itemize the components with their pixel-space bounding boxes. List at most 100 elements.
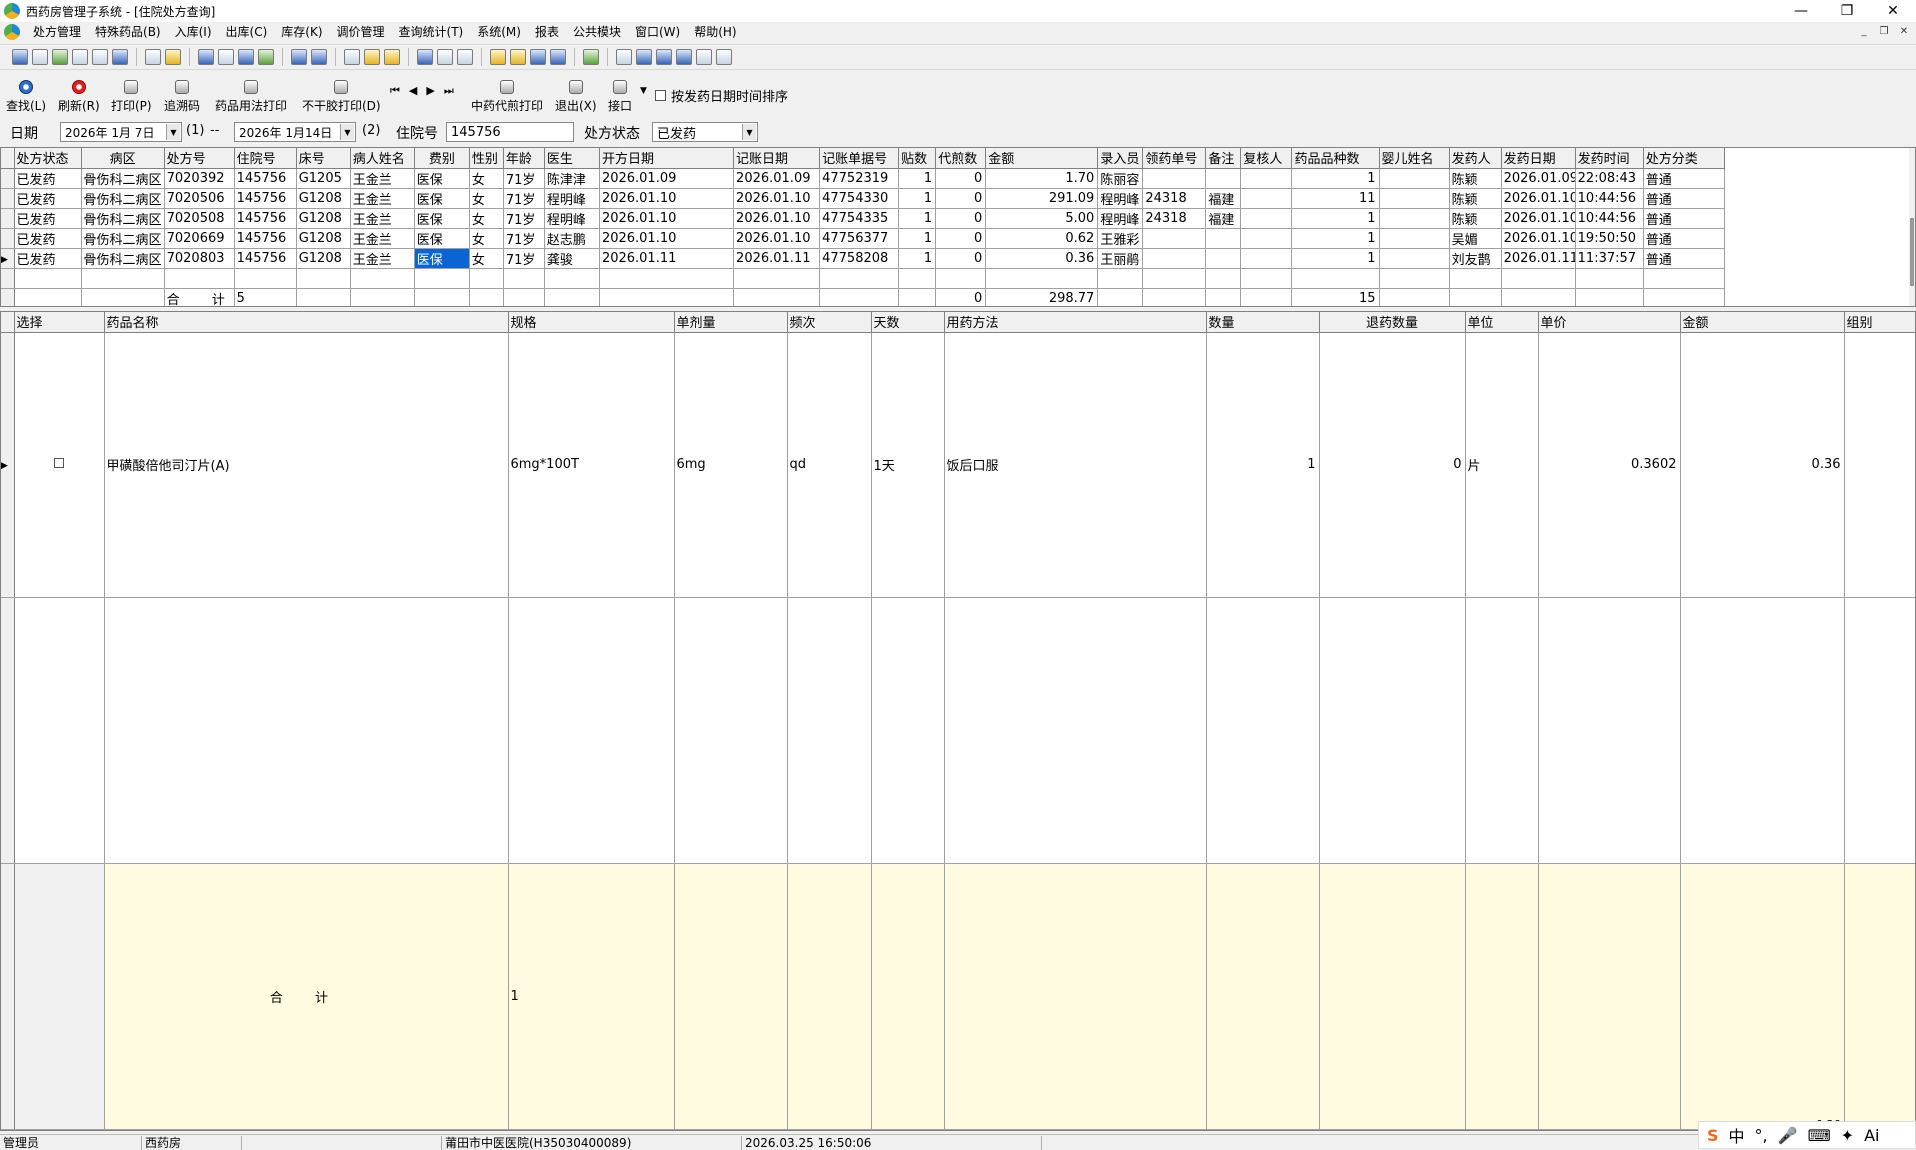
table-cell[interactable] bbox=[1379, 168, 1450, 189]
table-row[interactable]: 已发药 骨伤科二病区 7020669 145756 G1208 王金兰 医保女 71岁 赵志鹏 2… bbox=[1, 228, 1726, 249]
table-cell[interactable]: 1 bbox=[898, 248, 937, 269]
table-cell[interactable]: 骨伤科二病区 bbox=[81, 168, 165, 189]
column-header[interactable]: 费别 bbox=[414, 148, 470, 169]
table-cell[interactable]: 王金兰 bbox=[350, 248, 415, 269]
table-row[interactable]: 已发药 骨伤科二病区 7020508 145756 G1208 王金兰 医保女 71岁 程明峰 2… bbox=[1, 208, 1726, 229]
menu-query-stats[interactable]: 查询统计(T) bbox=[392, 22, 471, 42]
table-cell[interactable]: 医保 bbox=[414, 188, 470, 209]
table-cell[interactable]: 71岁 bbox=[503, 168, 545, 189]
column-header[interactable]: 发药日期 bbox=[1501, 148, 1576, 169]
menu-common[interactable]: 公共模块 bbox=[566, 22, 628, 42]
table-cell[interactable]: 程明峰 bbox=[544, 188, 600, 209]
column-header[interactable]: 性别 bbox=[469, 148, 504, 169]
column-header[interactable]: 单剂量 bbox=[674, 312, 788, 333]
first-record-icon[interactable]: ⏮ bbox=[390, 84, 400, 98]
table-cell[interactable]: 2026.01.10 bbox=[599, 208, 735, 229]
table-cell[interactable]: 1.70 bbox=[985, 168, 1099, 189]
table-cell[interactable]: 2026.01.10 bbox=[1501, 188, 1576, 209]
table-cell[interactable] bbox=[1142, 168, 1207, 189]
toolbar-icon[interactable] bbox=[437, 49, 453, 65]
table-cell[interactable]: 福建 bbox=[1205, 208, 1242, 229]
column-header[interactable]: 婴儿姓名 bbox=[1379, 148, 1450, 169]
table-cell[interactable]: 10:44:56 bbox=[1575, 208, 1644, 229]
table-cell[interactable]: 2026.01.10 bbox=[733, 188, 821, 209]
column-header[interactable]: 单价 bbox=[1538, 312, 1681, 333]
table-cell[interactable] bbox=[1205, 168, 1242, 189]
table-cell[interactable]: 1 bbox=[898, 228, 937, 249]
column-header[interactable]: 处方状态 bbox=[14, 148, 82, 169]
table-cell[interactable]: 1 bbox=[898, 168, 937, 189]
days-cell[interactable]: 1天 bbox=[871, 332, 945, 599]
column-header[interactable]: 药品品种数 bbox=[1291, 148, 1380, 169]
table-cell[interactable]: 7020803 bbox=[164, 248, 235, 269]
row-select-checkbox[interactable] bbox=[54, 458, 64, 469]
table-cell[interactable] bbox=[1142, 228, 1207, 249]
table-cell[interactable]: 22:08:43 bbox=[1575, 168, 1644, 189]
column-header[interactable]: 单位 bbox=[1465, 312, 1539, 333]
toolbar-icon[interactable] bbox=[616, 49, 632, 65]
table-cell[interactable]: 医保 bbox=[414, 208, 470, 229]
unit-price-cell[interactable]: 0.3602 bbox=[1538, 332, 1681, 599]
table-cell[interactable]: 71岁 bbox=[503, 248, 545, 269]
table-cell[interactable]: 医保 bbox=[414, 248, 470, 269]
toolbar-icon[interactable] bbox=[676, 49, 692, 65]
last-record-icon[interactable]: ⏭ bbox=[444, 84, 454, 98]
table-cell[interactable]: 47756377 bbox=[819, 228, 900, 249]
column-header[interactable]: 发药时间 bbox=[1575, 148, 1644, 169]
date-from-picker[interactable]: 2026年 1月 7日 ▼ bbox=[60, 122, 182, 142]
column-header[interactable]: 记账日期 bbox=[733, 148, 821, 169]
table-cell[interactable]: 0 bbox=[935, 208, 987, 229]
mdi-minimize-button[interactable]: _ bbox=[1856, 24, 1872, 38]
zoom-icon[interactable] bbox=[636, 49, 652, 65]
toolbar-icon[interactable] bbox=[490, 49, 506, 65]
scrollbar-thumb[interactable] bbox=[1910, 218, 1914, 286]
toolbar-icon[interactable] bbox=[457, 49, 473, 65]
column-header[interactable]: 组别 bbox=[1844, 312, 1915, 333]
table-cell[interactable]: 0 bbox=[935, 188, 987, 209]
table-cell[interactable]: 0.36 bbox=[985, 248, 1099, 269]
table-cell[interactable]: G1208 bbox=[296, 228, 351, 249]
column-header[interactable]: 床号 bbox=[296, 148, 351, 169]
column-header[interactable]: 病人姓名 bbox=[350, 148, 415, 169]
table-cell[interactable]: 骨伤科二病区 bbox=[81, 188, 165, 209]
table-cell[interactable]: G1208 bbox=[296, 208, 351, 229]
table-cell[interactable] bbox=[1240, 208, 1293, 229]
table-cell[interactable]: 47752319 bbox=[819, 168, 900, 189]
status-select[interactable]: 已发药 ▼ bbox=[652, 122, 758, 142]
table-cell[interactable] bbox=[1240, 228, 1293, 249]
table-cell[interactable]: 0 bbox=[935, 168, 987, 189]
menu-reports[interactable]: 报表 bbox=[528, 22, 566, 42]
search-icon[interactable] bbox=[530, 49, 546, 65]
column-header[interactable]: 选择 bbox=[14, 312, 105, 333]
close-button[interactable]: ✕ bbox=[1870, 0, 1916, 22]
checkbox-box[interactable] bbox=[655, 90, 666, 101]
column-header[interactable]: 复核人 bbox=[1240, 148, 1293, 169]
table-cell[interactable] bbox=[1379, 188, 1450, 209]
table-cell[interactable]: 5.00 bbox=[985, 208, 1099, 229]
table-cell[interactable]: 0.62 bbox=[985, 228, 1099, 249]
menu-price-adjust[interactable]: 调价管理 bbox=[330, 22, 392, 42]
column-header[interactable]: 退药数量 bbox=[1319, 312, 1466, 333]
table-cell[interactable]: 19:50:50 bbox=[1575, 228, 1644, 249]
menu-special-drugs[interactable]: 特殊药品(B) bbox=[88, 22, 168, 42]
table-cell[interactable]: 陈颖 bbox=[1449, 208, 1502, 229]
column-header[interactable]: 金额 bbox=[985, 148, 1099, 169]
no-glue-print-button[interactable]: 不干胶打印(D) bbox=[302, 78, 381, 114]
column-header[interactable]: 规格 bbox=[508, 312, 675, 333]
toolbar-icon[interactable] bbox=[165, 49, 181, 65]
table-cell[interactable] bbox=[1205, 248, 1242, 269]
table-cell[interactable]: 145756 bbox=[234, 228, 297, 249]
toolbar-icon[interactable] bbox=[716, 49, 732, 65]
column-header[interactable]: 代煎数 bbox=[935, 148, 987, 169]
table-cell[interactable]: 2026.01.10 bbox=[599, 188, 735, 209]
trace-code-button[interactable]: 追溯码 bbox=[164, 78, 200, 114]
table-cell[interactable]: 吴媚 bbox=[1449, 228, 1502, 249]
table-cell[interactable]: 7020392 bbox=[164, 168, 235, 189]
usage-print-button[interactable]: 药品用法打印 bbox=[215, 78, 287, 114]
table-cell[interactable]: 女 bbox=[469, 248, 504, 269]
dose-cell[interactable]: 6mg bbox=[674, 332, 788, 599]
table-cell[interactable]: 程明峰 bbox=[544, 208, 600, 229]
inpatient-no-input[interactable] bbox=[446, 122, 574, 142]
table-cell[interactable]: 王丽鹃 bbox=[1097, 248, 1144, 269]
table-cell[interactable]: 291.09 bbox=[985, 188, 1099, 209]
